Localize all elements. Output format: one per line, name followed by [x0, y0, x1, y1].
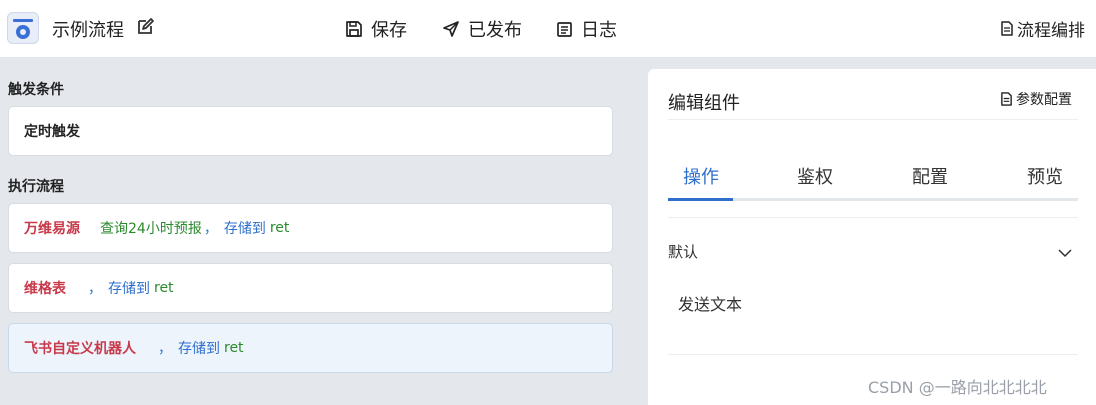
flow-editor-pane: 触发条件 定时触发 执行流程 万维易源 查询24小时预报 ， 存储到 ret 维… [0, 57, 638, 405]
save-button[interactable]: 保存 [345, 16, 407, 42]
collapse-label: 默认 [668, 243, 699, 261]
step-var: ret [269, 220, 290, 236]
flow-title: 示例流程 [52, 20, 124, 41]
default-collapse-header[interactable]: 默认 [668, 239, 1078, 263]
step-sep: ， [203, 221, 218, 237]
log-button[interactable]: 日志 [556, 16, 617, 42]
flow-section-title: 执行流程 [8, 179, 64, 195]
divider [668, 119, 1078, 120]
panel-title: 编辑组件 [668, 93, 740, 114]
step-desc: 查询24小时预报 [100, 221, 202, 237]
step-sep: ， [158, 341, 172, 357]
param-config-label: 参数配置 [1016, 92, 1072, 108]
step-name: 飞书自定义机器人 [24, 341, 136, 357]
step-store: 存储到 [108, 281, 150, 297]
app-logo-icon [7, 12, 39, 44]
log-label: 日志 [581, 20, 617, 41]
divider [668, 354, 1078, 355]
step-var: ret [224, 340, 244, 356]
param-config-button[interactable]: 参数配置 [1000, 89, 1072, 109]
tab-preview[interactable]: 预览 [1027, 163, 1063, 189]
save-label: 保存 [371, 20, 407, 41]
document-icon [1001, 92, 1012, 106]
step-store: 存储到 [223, 221, 266, 237]
trigger-card-label: 定时触发 [24, 124, 80, 140]
log-icon [557, 21, 572, 37]
flow-orchestration-button[interactable]: 流程编排 [1000, 16, 1085, 41]
document-icon [1001, 21, 1013, 36]
active-tab-indicator [668, 198, 733, 201]
chevron-down-icon [1058, 243, 1072, 262]
edit-icon[interactable] [135, 17, 155, 37]
send-icon [443, 21, 459, 37]
step-store: 存储到 [178, 341, 220, 357]
divider [668, 217, 1078, 218]
flow-step[interactable]: 万维易源 查询24小时预报 ， 存储到 ret [8, 203, 613, 253]
published-label: 已发布 [468, 20, 522, 41]
trigger-section-title: 触发条件 [8, 82, 64, 98]
top-header: 示例流程 保存 已发布 日志 流程编排 [0, 0, 1096, 57]
step-name: 万维易源 [24, 221, 80, 237]
send-text-option[interactable]: 发送文本 [678, 291, 742, 315]
published-button[interactable]: 已发布 [442, 16, 522, 42]
step-var: ret [154, 280, 174, 296]
step-name: 维格表 [24, 281, 66, 297]
editor-tabs: 操作 鉴权 配置 预览 [668, 161, 1078, 201]
trigger-card[interactable]: 定时触发 [8, 106, 613, 156]
flow-step-selected[interactable]: 飞书自定义机器人 ， 存储到 ret [8, 323, 613, 373]
component-editor-panel: 编辑组件 参数配置 操作 鉴权 配置 预览 默认 发送文本 [648, 69, 1096, 405]
save-icon [346, 21, 362, 37]
tab-auth[interactable]: 鉴权 [797, 163, 833, 189]
flow-orchestration-label: 流程编排 [1017, 21, 1085, 41]
tab-config[interactable]: 配置 [912, 163, 948, 189]
tab-operation[interactable]: 操作 [683, 163, 719, 189]
watermark: CSDN @一路向北北北北 [868, 378, 1047, 397]
flow-step[interactable]: 维格表 ， 存储到 ret [8, 263, 613, 313]
step-sep: ， [88, 281, 102, 297]
